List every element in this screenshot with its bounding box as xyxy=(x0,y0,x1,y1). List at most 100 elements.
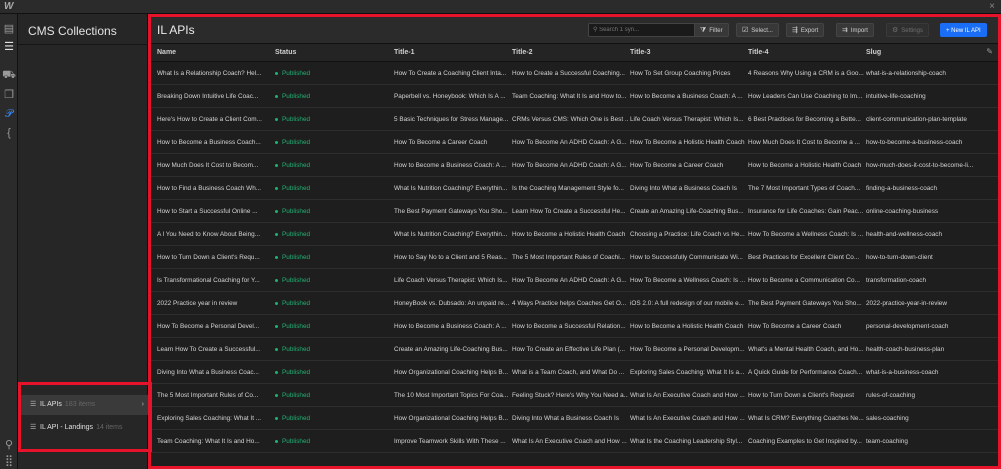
status-cell: Published xyxy=(275,384,387,407)
pin-icon[interactable]: ✎ xyxy=(986,47,993,56)
table-row[interactable]: Exploring Sales Coaching: What It ... Pub… xyxy=(148,407,1001,430)
export-icon: ⇶ xyxy=(792,27,798,34)
table-row[interactable]: 2022 Practice year in review Published Hon… xyxy=(148,292,1001,315)
status-text: Published xyxy=(282,323,311,330)
table-cell: personal-development-coach xyxy=(866,323,949,330)
new-item-button[interactable]: + New IL API xyxy=(940,23,987,37)
table-cell: how-to-turn-down-client xyxy=(866,254,933,261)
status-dot-icon xyxy=(275,94,278,98)
status-dot-icon xyxy=(275,117,278,121)
table-cell: how-to-become-a-business-coach xyxy=(866,139,963,146)
column-header-title-4[interactable]: Title-4 xyxy=(748,44,769,62)
table-cell: team-coaching xyxy=(866,438,908,445)
column-header-title-3[interactable]: Title-3 xyxy=(630,44,651,62)
table-cell: A Quick Guide for Performance Coach... xyxy=(748,369,863,376)
table-row[interactable]: Is Transformational Coaching for Y... Pub… xyxy=(148,269,1001,292)
status-dot-icon xyxy=(275,71,278,75)
table-cell: The 5 Most Important Rules of Coachi... xyxy=(512,254,625,261)
filter-button[interactable]: ⧩ Filter xyxy=(694,23,729,37)
table-row[interactable]: How Much Does It Cost to Becom... Publish… xyxy=(148,154,1001,177)
column-header-slug[interactable]: Slug xyxy=(866,44,881,62)
export-button[interactable]: ⇶ Export xyxy=(786,23,825,37)
table-cell: The 10 Most Important Topics For Coa... xyxy=(394,392,509,399)
close-icon[interactable]: × xyxy=(989,1,995,12)
collection-item-il-apis[interactable]: ☰ IL APIs 183 items › xyxy=(20,395,148,415)
table-cell: Learn How To Create a Successful He... xyxy=(512,208,626,215)
column-header-title-1[interactable]: Title-1 xyxy=(394,44,415,62)
table-cell: 5 Basic Techniques for Stress Manage... xyxy=(394,116,509,123)
status-cell: Published xyxy=(275,430,387,453)
table-row[interactable]: Diving Into What a Business Coac... Publi… xyxy=(148,361,1001,384)
table-cell: Team Coaching: What It Is and Ho... xyxy=(157,438,260,445)
ecommerce-icon[interactable]: ⛟ xyxy=(0,68,18,82)
table-header: Name Status Title-1 Title-2 Title-3 Titl… xyxy=(148,44,1001,62)
table-row[interactable]: How to Become a Business Coach... Publish… xyxy=(148,131,1001,154)
column-header-status[interactable]: Status xyxy=(275,44,296,62)
column-header-name[interactable]: Name xyxy=(157,44,176,62)
pages-icon[interactable]: ▤ xyxy=(0,22,18,36)
table-cell: How to Find a Business Coach Wh... xyxy=(157,185,262,192)
collections-panel: CMS Collections ☰ IL APIs 183 items › ☰ IL … xyxy=(18,14,148,469)
table-cell: How to Become a Communication Co... xyxy=(748,277,860,284)
table-cell: How Much Does It Cost to Becom... xyxy=(157,162,259,169)
table-cell: client-communication-plan-template xyxy=(866,116,967,123)
table-cell: How To Become An ADHD Coach: A G... xyxy=(512,162,627,169)
collection-toolbar: IL APIs ⚲ ⧩Filter ☑Select... ⇶Export ⇉Im… xyxy=(148,14,1001,44)
status-cell: Published xyxy=(275,338,387,361)
table-cell: How To Become An ADHD Coach: A G... xyxy=(512,139,627,146)
table-cell: How to Become a Business Coach: A ... xyxy=(630,93,743,100)
table-row[interactable]: How to Turn Down a Client's Requ... Publi… xyxy=(148,246,1001,269)
table-cell: Feeling Stuck? Here's Why You Need a... xyxy=(512,392,628,399)
status-cell: Published xyxy=(275,361,387,384)
table-row[interactable]: How to Find a Business Coach Wh... Publis… xyxy=(148,177,1001,200)
status-dot-icon xyxy=(275,416,278,420)
table-cell: what-is-a-relationship-coach xyxy=(866,70,946,77)
status-cell: Published xyxy=(275,85,387,108)
status-text: Published xyxy=(282,93,311,100)
table-cell: Improve Teamwork Skills With These ... xyxy=(394,438,506,445)
settings-icon[interactable]: ⣿ xyxy=(0,454,18,468)
table-row[interactable]: What Is a Relationship Coach? Hel... Publ… xyxy=(148,62,1001,85)
table-cell: Exploring Sales Coaching: What It ... xyxy=(157,415,262,422)
table-cell: health-coach-business-plan xyxy=(866,346,945,353)
table-row[interactable]: How to Start a Successful Online ... Publ… xyxy=(148,200,1001,223)
select-button[interactable]: ☑ Select... xyxy=(736,23,779,37)
table-row[interactable]: Here's How to Create a Client Com... Publ… xyxy=(148,108,1001,131)
top-bar: W × xyxy=(0,0,1001,14)
table-cell: The Best Payment Gateways You Sho... xyxy=(748,300,862,307)
table-row[interactable]: A l You Need to Know About Being... Publi… xyxy=(148,223,1001,246)
settings-button[interactable]: ⚙ Settings xyxy=(886,23,929,37)
status-dot-icon xyxy=(275,209,278,213)
logic-icon[interactable]: 𝒫 xyxy=(0,107,18,121)
status-dot-icon xyxy=(275,163,278,167)
search-input[interactable] xyxy=(599,27,700,33)
status-dot-icon xyxy=(275,347,278,351)
search-icon[interactable]: ⚲ xyxy=(0,438,18,452)
table-row[interactable]: Breaking Down Intuitive Life Coac... Publ… xyxy=(148,85,1001,108)
table-cell: How To Set Group Coaching Prices xyxy=(630,70,731,77)
collection-view: IL APIs ⚲ ⧩Filter ☑Select... ⇶Export ⇉Im… xyxy=(148,14,1001,469)
variables-icon[interactable]: { xyxy=(0,126,18,140)
assets-icon[interactable]: ❐ xyxy=(0,88,18,102)
table-cell: How to Successfully Communicate Wi... xyxy=(630,254,743,261)
table-cell: The 5 Most Important Rules of Co... xyxy=(157,392,259,399)
status-dot-icon xyxy=(275,324,278,328)
table-cell: How to Become a Successful Relation... xyxy=(512,323,626,330)
column-header-title-2[interactable]: Title-2 xyxy=(512,44,533,62)
table-cell: Here's How to Create a Client Com... xyxy=(157,116,262,123)
table-row[interactable]: Learn How To Create a Successful... Publi… xyxy=(148,338,1001,361)
collection-title: IL APIs xyxy=(157,23,195,37)
status-cell: Published xyxy=(275,315,387,338)
table-row[interactable]: How To Become a Personal Devel... Publish… xyxy=(148,315,1001,338)
table-cell: How to Become a Business Coach: A ... xyxy=(394,323,507,330)
status-cell: Published xyxy=(275,269,387,292)
import-button[interactable]: ⇉ Import xyxy=(836,23,874,37)
collection-count: 183 items xyxy=(64,401,96,408)
status-text: Published xyxy=(282,392,311,399)
cms-icon[interactable]: ☰ xyxy=(0,40,18,54)
table-cell: Create an Amazing Life-Coaching Bus... xyxy=(394,346,508,353)
table-cell: How To Become a Career Coach xyxy=(394,139,488,146)
table-row[interactable]: The 5 Most Important Rules of Co... Publi… xyxy=(148,384,1001,407)
table-row[interactable]: Team Coaching: What It Is and Ho... Publi… xyxy=(148,430,1001,453)
collection-item-il-api-landings[interactable]: ☰ IL API - Landings 14 items xyxy=(20,418,148,438)
